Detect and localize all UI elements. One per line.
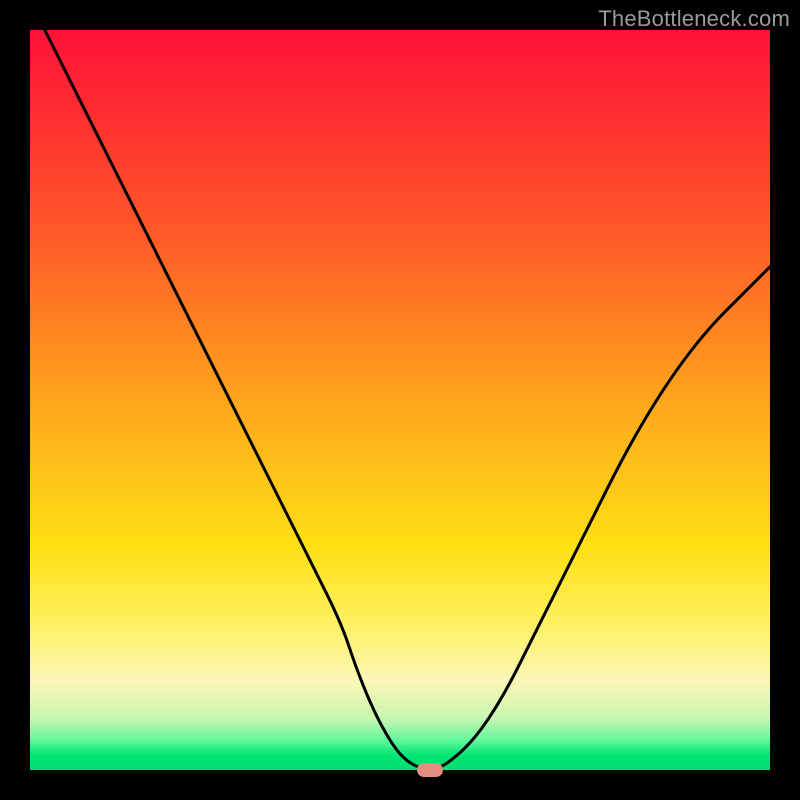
curve-path (45, 30, 770, 769)
plot-area (30, 30, 770, 770)
bottleneck-curve (30, 30, 770, 770)
watermark-text: TheBottleneck.com (598, 6, 790, 32)
optimal-marker (417, 763, 443, 777)
chart-frame: TheBottleneck.com (0, 0, 800, 800)
